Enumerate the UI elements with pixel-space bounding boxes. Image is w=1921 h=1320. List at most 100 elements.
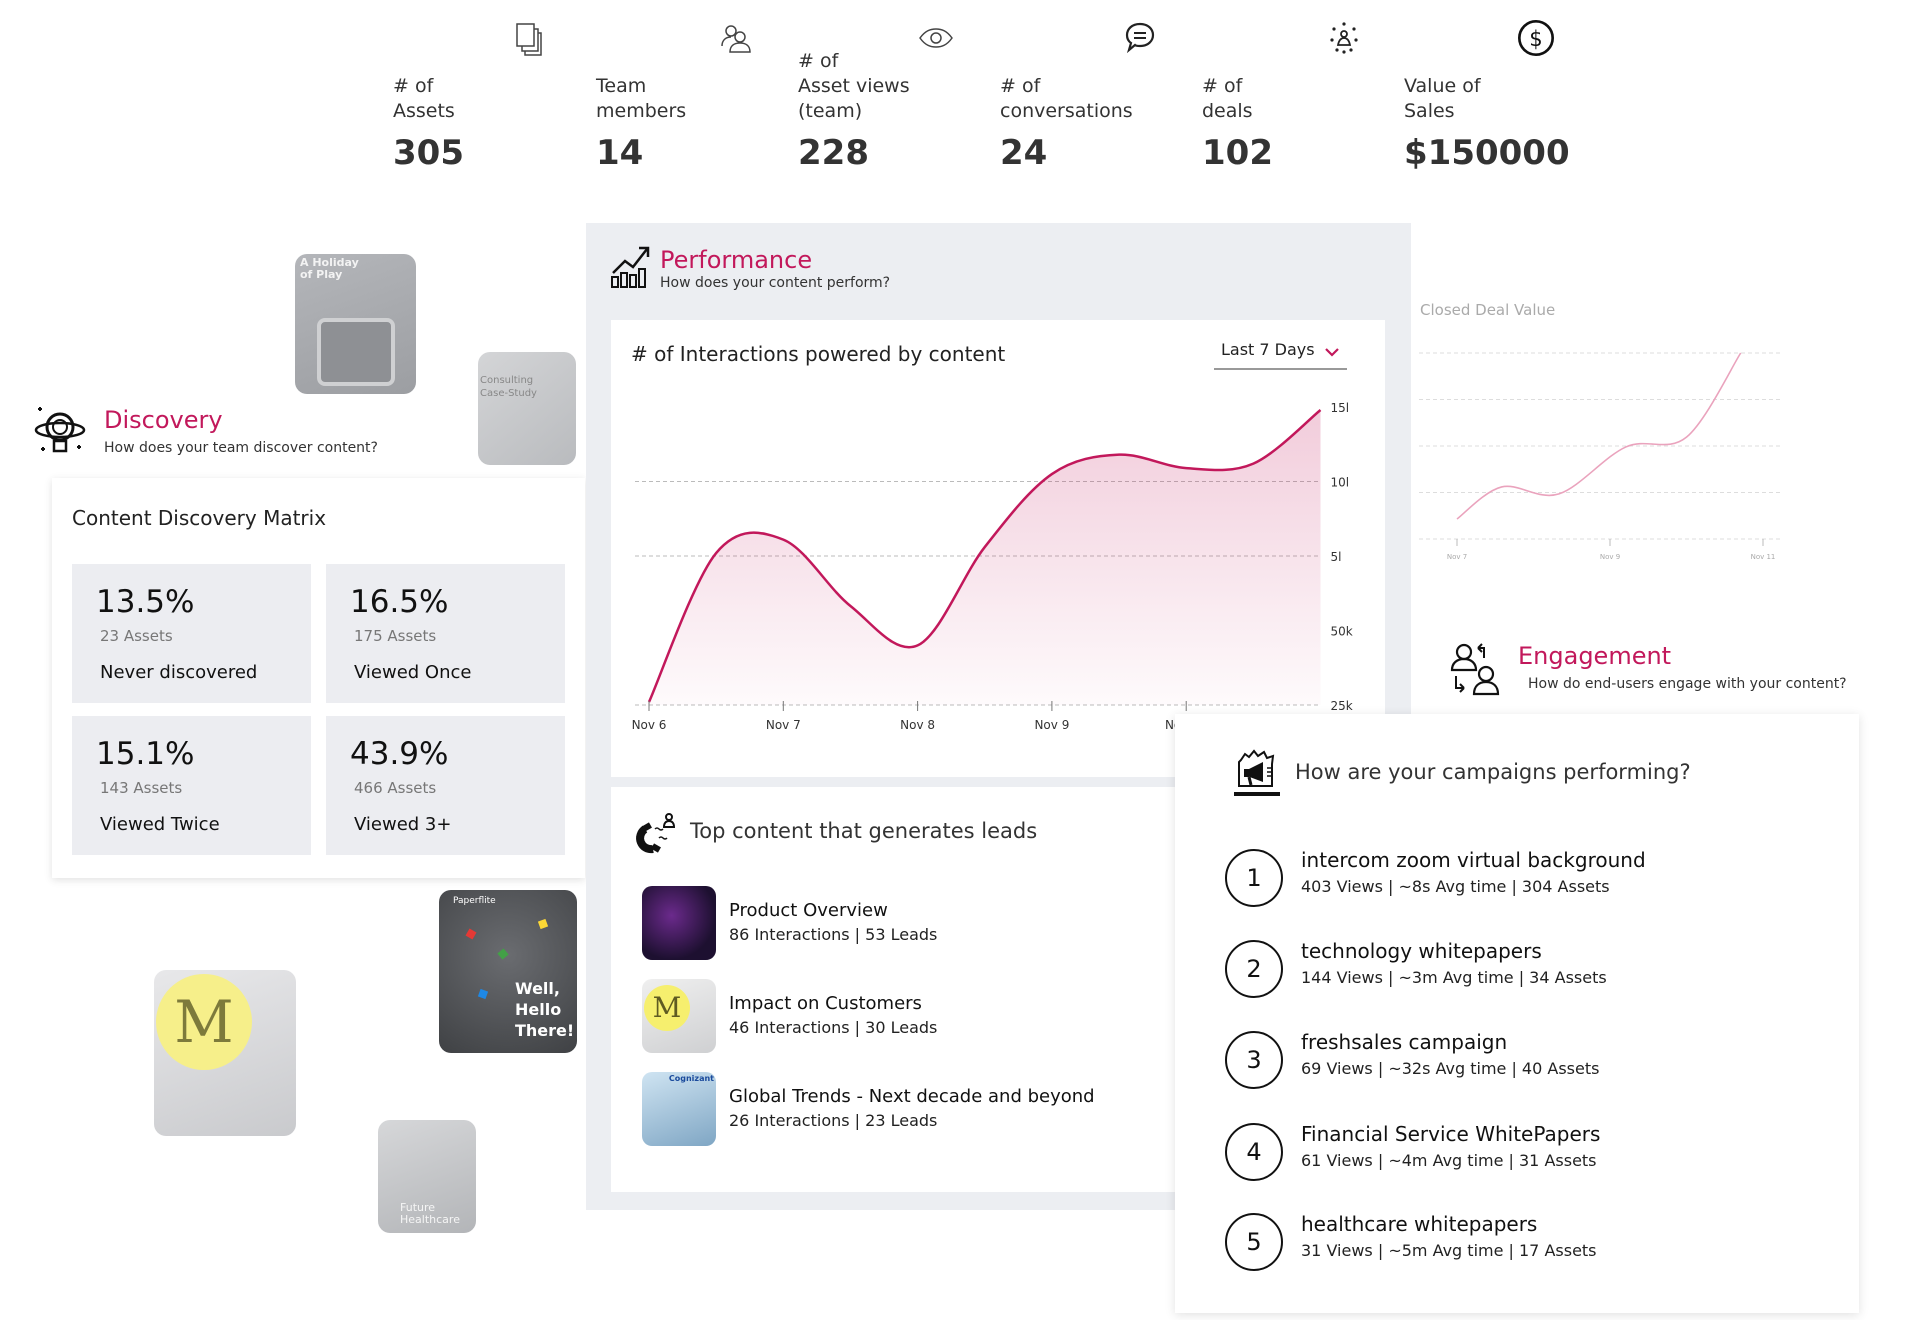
campaign-rank-badge: 3 (1225, 1031, 1283, 1089)
stat-value: $150000 (1404, 133, 1570, 173)
thumbnail-paperflite[interactable]: Paperflite Well, Hello There! (439, 890, 577, 1053)
engagement-title: Engagement (1518, 642, 1672, 670)
copy-stack-icon (516, 23, 542, 56)
eye-icon (919, 28, 953, 48)
stat-value: 228 (798, 133, 869, 173)
lead-thumbnail: Cognizant (642, 1072, 716, 1146)
campaign-title: freshsales campaign (1301, 1030, 1508, 1054)
campaigns-title: How are your campaigns performing? (1295, 760, 1691, 784)
campaign-title: Financial Service WhitePapers (1301, 1122, 1601, 1146)
stat-label: # of conversations (1000, 75, 1133, 122)
campaign-stats: 31 Views | ~5m Avg time | 17 Assets (1301, 1241, 1597, 1260)
discovery-title: Discovery (104, 406, 223, 434)
svg-text:$: $ (1529, 26, 1542, 51)
lead-thumbnail-brand: Cognizant (668, 1074, 714, 1083)
lead-title: Impact on Customers (729, 993, 922, 1014)
deal-network-icon (1330, 22, 1358, 54)
campaign-item[interactable]: 1 intercom zoom virtual background 403 V… (1225, 848, 1785, 911)
stat-value: 102 (1202, 133, 1273, 173)
thumbnail-caption: Well, Hello There! (515, 979, 575, 1040)
m-logo: M (156, 974, 252, 1070)
campaign-title: healthcare whitepapers (1301, 1212, 1538, 1236)
cell-label: Viewed 3+ (354, 814, 452, 835)
campaign-rank-badge: 4 (1225, 1123, 1283, 1181)
campaign-item[interactable]: 2 technology whitepapers 144 Views | ~3m… (1225, 939, 1785, 1002)
lead-item[interactable]: Product Overview 86 Interactions | 53 Le… (642, 886, 1162, 960)
stat-value: 24 (1000, 133, 1048, 173)
thumbnail-m-brand[interactable]: M (154, 970, 296, 1136)
x-tick-label: Nov 6 (632, 718, 667, 732)
campaign-rank-badge: 1 (1225, 849, 1283, 907)
campaign-stats: 403 Views | ~8s Avg time | 304 Assets (1301, 877, 1610, 896)
magnet-lead-icon (636, 813, 676, 854)
cell-asset-count: 175 Assets (354, 627, 437, 645)
cell-asset-count: 143 Assets (100, 779, 183, 797)
campaign-item[interactable]: 3 freshsales campaign 69 Views | ~32s Av… (1225, 1030, 1785, 1093)
x-tick-label: Nov 7 (766, 718, 801, 732)
stat-label: # of deals (1202, 75, 1253, 122)
discovery-subtitle: How does your team discover content? (104, 440, 378, 456)
cell-asset-count: 466 Assets (354, 779, 437, 797)
y-tick-label: 50k (1331, 625, 1353, 639)
growth-chart-icon (611, 246, 650, 288)
stat-conversations: # of conversations 24 (1000, 0, 1200, 180)
y-tick-label: 15l (1331, 401, 1350, 415)
cell-percent: 16.5% (350, 584, 449, 620)
area-fill (649, 409, 1321, 705)
y-tick-label: 5l (1331, 550, 1342, 564)
lead-thumbnail: M (642, 979, 716, 1053)
matrix-cell-viewed-once[interactable]: 16.5% 175 Assets Viewed Once (326, 564, 565, 703)
stat-assets: # of Assets 305 (393, 0, 593, 180)
campaign-rank-badge: 5 (1225, 1213, 1283, 1271)
x-tick-label: Nov 9 (1034, 718, 1069, 732)
closed-deal-value-title: Closed Deal Value (1420, 301, 1556, 319)
thumbnail-consulting-case-study[interactable]: Consulting Case-Study (478, 352, 576, 465)
x-tick-label: Nov 11 (1751, 553, 1776, 561)
lightbulb-planet-icon (34, 407, 86, 453)
lead-item[interactable]: M Impact on Customers 46 Interactions | … (642, 979, 1162, 1053)
stat-team-members: Team members 14 (596, 0, 796, 180)
interactions-area-chart: 25k50k5l10l15lNov 6Nov 7Nov 8Nov 9Nov 10 (632, 401, 1353, 732)
team-users-icon (721, 25, 751, 53)
y-tick-label: 25k (1331, 699, 1353, 713)
stat-sales-value: $ Value of Sales $150000 (1404, 0, 1604, 180)
campaign-title: technology whitepapers (1301, 939, 1542, 963)
campaign-stats: 144 Views | ~3m Avg time | 34 Assets (1301, 968, 1607, 987)
performance-subtitle: How does your content perform? (660, 275, 891, 291)
thumbnail-brand: Paperflite (453, 896, 496, 906)
thumbnail-caption: A Holiday of Play (300, 256, 359, 281)
x-tick-label: Nov 9 (1600, 553, 1620, 561)
thumbnail-holiday-of-play[interactable]: A Holiday of Play (295, 254, 416, 394)
campaign-item[interactable]: 4 Financial Service WhitePapers 61 Views… (1225, 1122, 1785, 1185)
matrix-cell-viewed-3plus[interactable]: 43.9% 466 Assets Viewed 3+ (326, 716, 565, 855)
user-exchange-icon (1450, 643, 1500, 696)
stat-asset-views: # of Asset views (team) 228 (798, 0, 998, 180)
lead-stats: 86 Interactions | 53 Leads (729, 925, 938, 944)
lead-title: Product Overview (729, 900, 888, 921)
cell-percent: 15.1% (96, 736, 195, 772)
chat-bubble-icon (1125, 22, 1155, 54)
content-discovery-matrix-card: Content Discovery Matrix 13.5% 23 Assets… (52, 478, 585, 878)
matrix-cell-viewed-twice[interactable]: 15.1% 143 Assets Viewed Twice (72, 716, 311, 855)
matrix-cell-never-discovered[interactable]: 13.5% 23 Assets Never discovered (72, 564, 311, 703)
engagement-subtitle: How do end-users engage with your conten… (1528, 676, 1847, 692)
stat-label: # of Assets (393, 75, 455, 122)
lead-stats: 26 Interactions | 23 Leads (729, 1111, 938, 1130)
campaign-rank-badge: 2 (1225, 940, 1283, 998)
dollar-circle-icon: $ (1518, 20, 1554, 56)
campaign-item[interactable]: 5 healthcare whitepapers 31 Views | ~5m … (1225, 1212, 1785, 1275)
thumbnail-caption: Future Healthcare (400, 1201, 460, 1226)
stat-value: 14 (596, 133, 644, 173)
cell-percent: 13.5% (96, 584, 195, 620)
cell-label: Never discovered (100, 662, 258, 683)
lead-title: Global Trends - Next decade and beyond (729, 1086, 1095, 1107)
cell-label: Viewed Once (354, 662, 472, 683)
cell-asset-count: 23 Assets (100, 627, 173, 645)
thumbnail-future-healthcare[interactable]: Future Healthcare (378, 1120, 476, 1233)
lead-item[interactable]: Cognizant Global Trends - Next decade an… (642, 1072, 1162, 1146)
y-tick-label: 10l (1331, 476, 1350, 490)
stat-label: # of Asset views (team) (798, 50, 910, 122)
campaign-title: intercom zoom virtual background (1301, 848, 1646, 872)
series-line (1456, 352, 1742, 520)
stat-label: Team members (596, 75, 687, 122)
